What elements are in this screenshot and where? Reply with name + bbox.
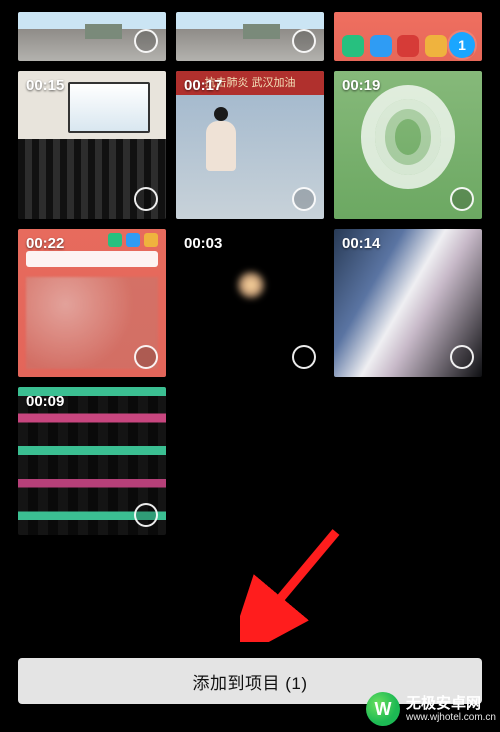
select-ring-icon[interactable]	[292, 187, 316, 211]
select-ring-icon[interactable]	[134, 187, 158, 211]
select-ring-icon[interactable]	[134, 345, 158, 369]
watermark-logo-icon	[366, 692, 400, 726]
media-tile[interactable]: 抗击肺炎 武汉加油00:17	[176, 71, 324, 219]
duration-label: 00:14	[342, 235, 380, 252]
watermark-url: www.wjhotel.com.cn	[406, 712, 496, 724]
media-grid: 1 00:15 抗击肺炎 武汉加油00:17 00:19 00:22 00:03…	[0, 0, 500, 535]
duration-label: 00:19	[342, 77, 380, 94]
watermark: 无极安卓网 www.wjhotel.com.cn	[366, 692, 496, 726]
media-tile[interactable]: 00:14	[334, 229, 482, 377]
media-tile[interactable]: 00:22	[18, 229, 166, 377]
duration-label: 00:15	[26, 77, 64, 94]
duration-label: 00:03	[184, 235, 222, 252]
media-tile[interactable]: 1	[334, 12, 482, 61]
media-tile[interactable]: 00:09	[18, 387, 166, 535]
select-ring-icon[interactable]	[292, 345, 316, 369]
media-tile[interactable]: 00:19	[334, 71, 482, 219]
select-ring-icon[interactable]	[134, 29, 158, 53]
select-ring-icon[interactable]	[450, 187, 474, 211]
select-ring-icon[interactable]	[450, 345, 474, 369]
duration-label: 00:09	[26, 393, 64, 410]
media-tile[interactable]	[18, 12, 166, 61]
selection-badge[interactable]: 1	[449, 32, 475, 58]
media-tile[interactable]	[176, 12, 324, 61]
duration-label: 00:22	[26, 235, 64, 252]
media-tile[interactable]: 00:03	[176, 229, 324, 377]
duration-label: 00:17	[184, 77, 222, 94]
media-tile[interactable]: 00:15	[18, 71, 166, 219]
annotation-arrow-icon	[240, 522, 350, 642]
media-tile-empty	[176, 387, 324, 535]
media-tile-empty	[334, 387, 482, 535]
select-ring-icon[interactable]	[134, 503, 158, 527]
select-ring-icon[interactable]	[292, 29, 316, 53]
watermark-title: 无极安卓网	[406, 695, 496, 712]
